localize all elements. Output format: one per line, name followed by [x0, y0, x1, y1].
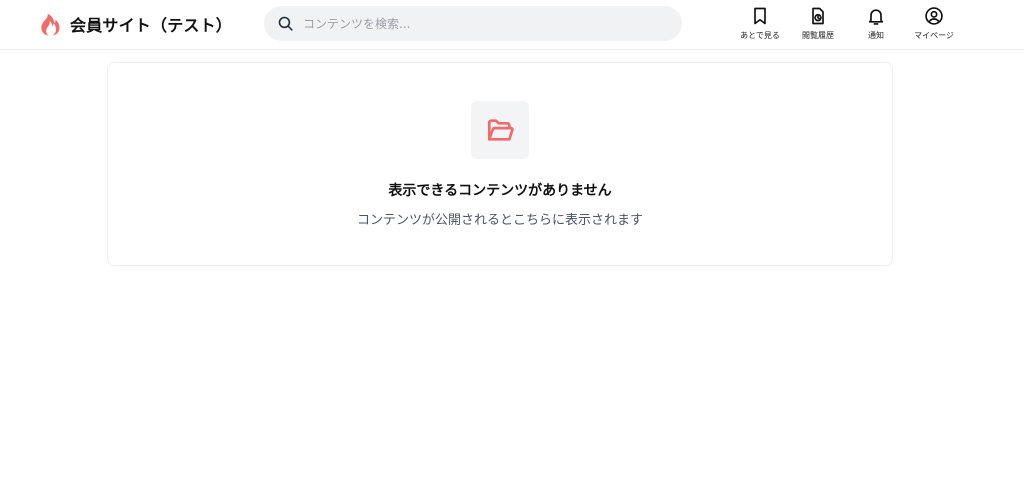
flame-logo-icon — [41, 13, 60, 35]
user-circle-icon — [925, 7, 943, 25]
nav-notifications[interactable]: 通知 — [846, 6, 906, 44]
nav-notifications-label: 通知 — [868, 31, 884, 40]
empty-state-description: コンテンツが公開されるとこちらに表示されます — [356, 213, 643, 228]
bell-icon — [868, 9, 884, 25]
nav-history[interactable]: 閲覧履歴 — [788, 6, 848, 44]
search-bar[interactable] — [264, 6, 682, 41]
bookmark-icon — [754, 7, 766, 25]
empty-state-title: 表示できるコンテンツがありません — [388, 183, 612, 199]
nav-watch-later[interactable]: あとで見る — [730, 6, 790, 44]
search-input[interactable] — [303, 16, 663, 31]
nav-mypage-label: マイページ — [914, 31, 954, 40]
site-logo-link[interactable]: 会員サイト（テスト） — [37, 11, 232, 37]
nav-mypage[interactable]: マイページ — [904, 6, 964, 44]
site-name: 会員サイト（テスト） — [70, 16, 233, 35]
nav-watch-later-label: あとで見る — [740, 31, 780, 40]
folder-open-icon — [488, 119, 514, 141]
nav-history-label: 閲覧履歴 — [802, 31, 834, 40]
site-header: 会員サイト（テスト） あとで見る 閲覧履歴 通知 — [0, 0, 1024, 50]
history-icon — [812, 7, 824, 25]
search-icon — [278, 16, 293, 31]
empty-state-card: 表示できるコンテンツがありません コンテンツが公開されるとこちらに表示されます — [107, 62, 893, 266]
empty-state-icon-box — [471, 101, 529, 159]
